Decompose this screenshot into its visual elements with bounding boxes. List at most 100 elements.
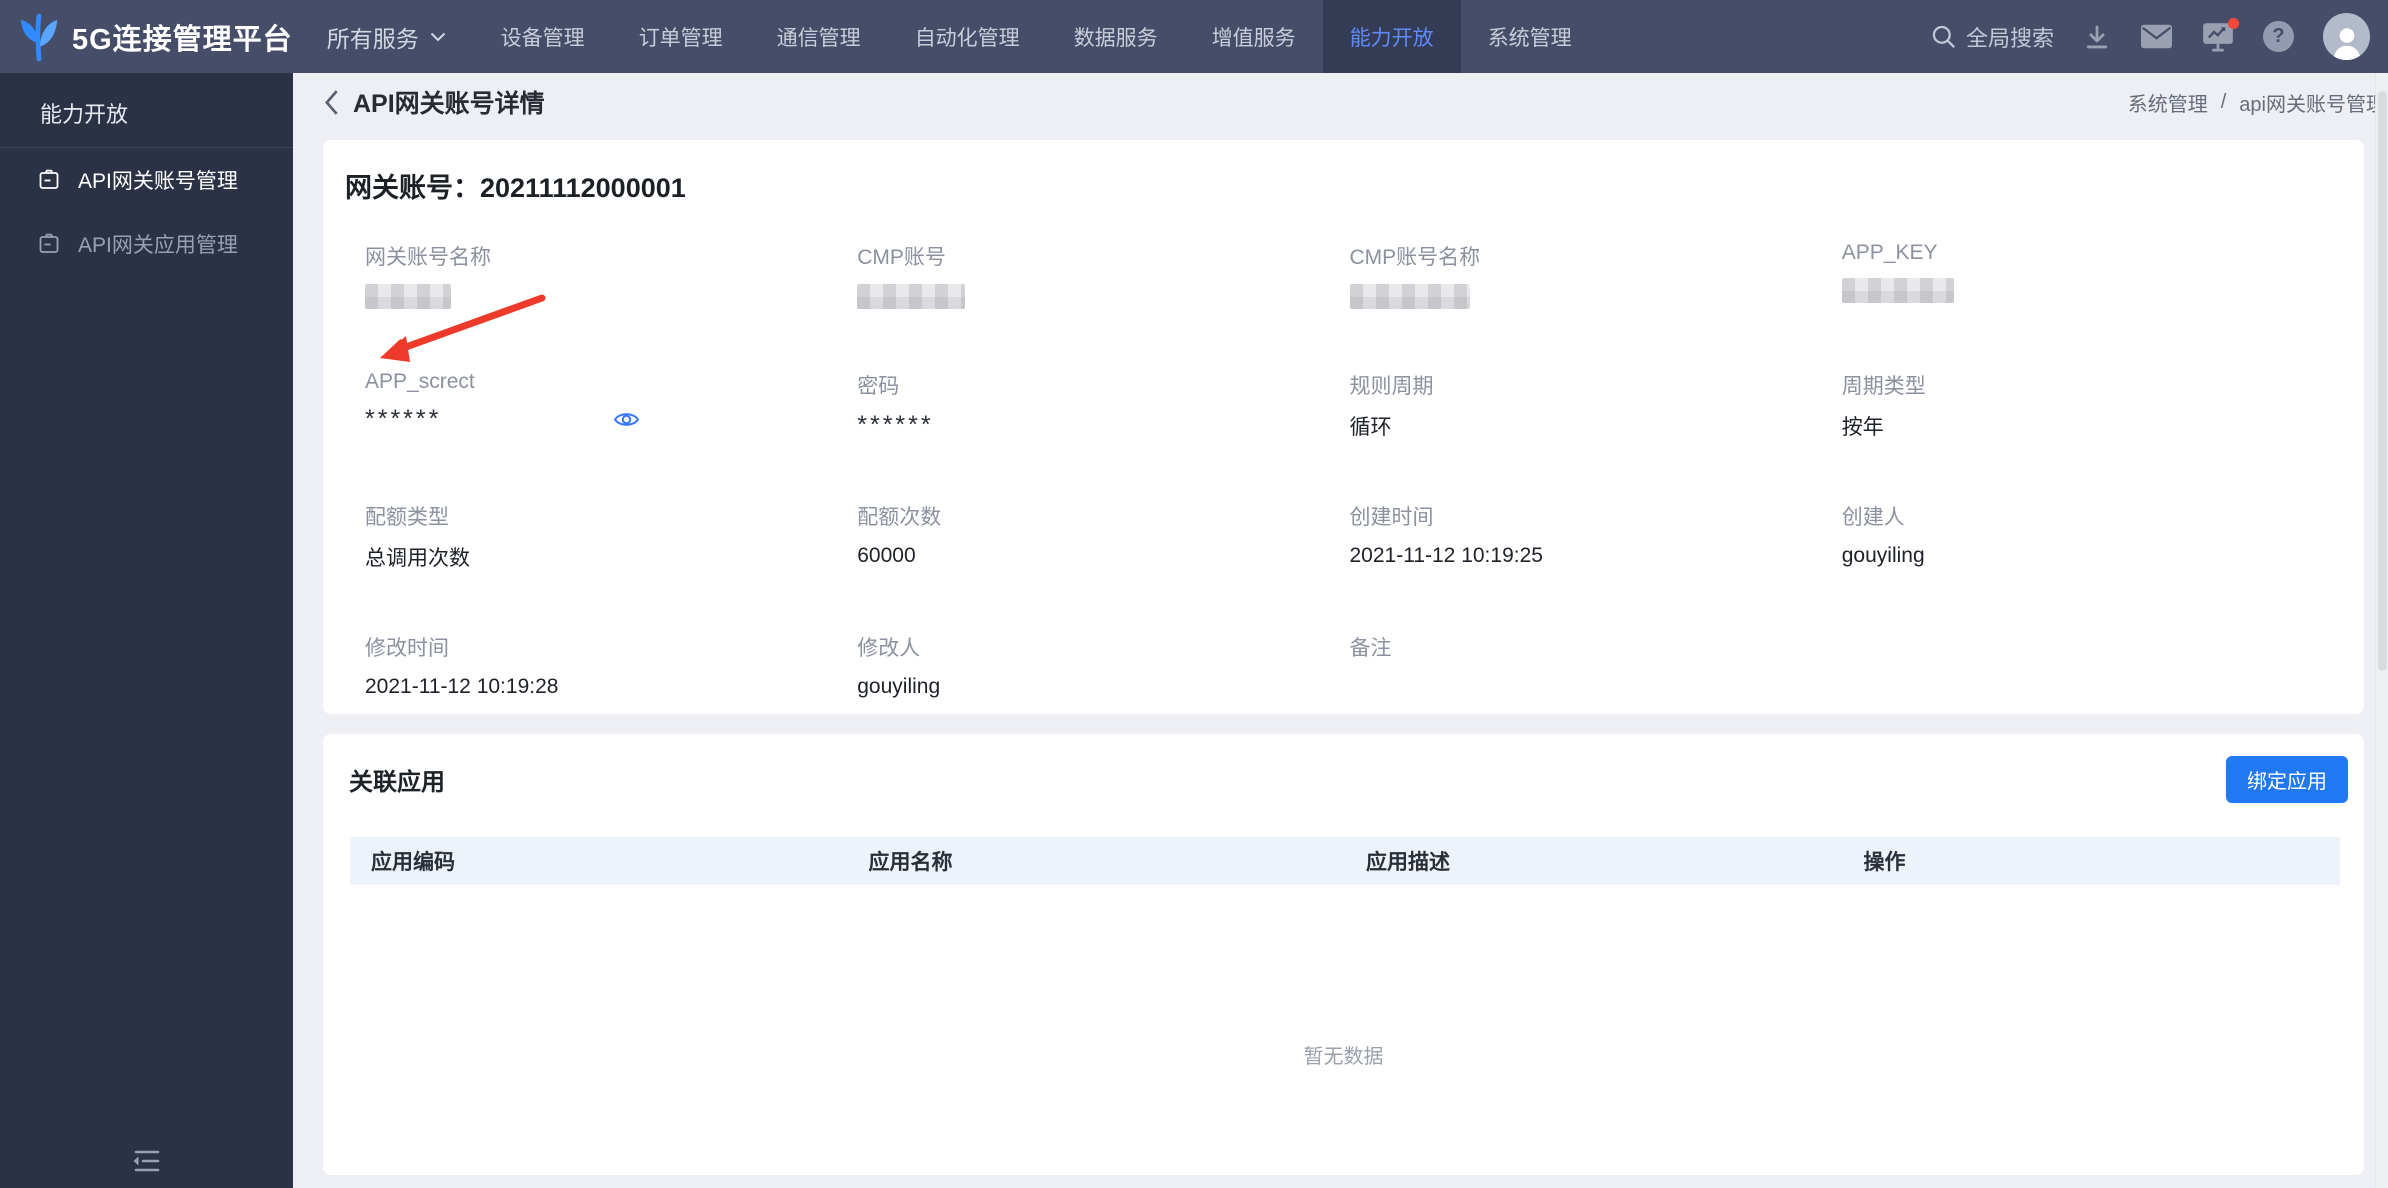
related-apps-header: 关联应用 绑定应用 <box>323 734 2364 803</box>
nav-item-device-mgmt[interactable]: 设备管理 <box>474 0 612 73</box>
sidebar-item-label: API网关应用管理 <box>78 234 238 257</box>
field-quota-type: 配额类型 总调用次数 <box>365 501 857 572</box>
field-value: gouyiling <box>1841 544 1925 567</box>
sidebar: 能力开放 API网关账号管理 API网关应用管理 <box>0 73 293 1188</box>
monitor-chart-icon[interactable] <box>2202 17 2239 52</box>
field-label: 规则周期 <box>1349 375 1434 398</box>
masked-value: ****** <box>857 411 934 439</box>
help-icon[interactable]: ? <box>2263 21 2294 52</box>
sidebar-item-label: API网关账号管理 <box>78 170 238 193</box>
breadcrumb-parent[interactable]: 系统管理 <box>2128 88 2208 117</box>
field-cmp-account: CMP账号 <box>857 241 1349 310</box>
app-root: 5G连接管理平台 所有服务 设备管理 订单管理 通信管理 自动化管理 数据服务 … <box>0 0 2388 1188</box>
blurred-value <box>857 283 966 309</box>
global-search[interactable]: 全局搜索 <box>1930 21 2054 53</box>
scrollbar-thumb[interactable] <box>2378 91 2387 671</box>
chevron-down-icon <box>430 32 446 42</box>
nav-item-value-added-service[interactable]: 增值服务 <box>1185 0 1323 73</box>
field-value: 2021-11-12 10:19:28 <box>365 675 559 698</box>
nav-item-comm-mgmt[interactable]: 通信管理 <box>750 0 888 73</box>
field-label: 创建时间 <box>1349 506 1434 529</box>
download-icon[interactable] <box>2083 23 2111 51</box>
field-rule-period: 规则周期 循环 <box>1350 370 1842 441</box>
related-apps-title: 关联应用 <box>349 769 445 796</box>
clipboard-icon <box>37 168 61 192</box>
primary-nav: 设备管理 订单管理 通信管理 自动化管理 数据服务 增值服务 能力开放 系统管理 <box>474 0 1599 73</box>
breadcrumb-current[interactable]: api网关账号管理 <box>2239 88 2386 117</box>
field-creator: 创建人 gouyiling <box>1842 501 2334 572</box>
blurred-value <box>1841 277 1954 303</box>
blurred-value <box>1349 283 1470 309</box>
related-apps-table-header: 应用编码 应用名称 应用描述 操作 <box>350 837 2340 885</box>
masked-value: ****** <box>365 405 442 433</box>
logo-text: 5G连接管理平台 <box>72 23 293 56</box>
field-value: 60000 <box>857 544 916 567</box>
col-app-code: 应用编码 <box>371 851 455 874</box>
nav-item-capability-open[interactable]: 能力开放 <box>1322 0 1461 73</box>
top-navbar: 5G连接管理平台 所有服务 设备管理 订单管理 通信管理 自动化管理 数据服务 … <box>0 0 2388 73</box>
field-quota-count: 配额次数 60000 <box>857 501 1349 572</box>
field-create-time: 创建时间 2021-11-12 10:19:25 <box>1350 501 1842 572</box>
clipboard-icon <box>37 232 61 256</box>
avatar[interactable] <box>2323 13 2370 60</box>
field-value: 总调用次数 <box>365 547 470 570</box>
field-label: 网关账号名称 <box>365 246 491 269</box>
field-modifier: 修改人 gouyiling <box>857 632 1349 701</box>
sidebar-item-api-gateway-account-mgmt[interactable]: API网关账号管理 <box>0 148 293 212</box>
field-label: 配额次数 <box>857 506 942 529</box>
field-period-type: 周期类型 按年 <box>1842 370 2334 441</box>
field-label: 创建人 <box>1841 506 1905 529</box>
field-label: 密码 <box>857 375 900 398</box>
gateway-account-title: 网关账号：20211112000001 <box>345 173 686 203</box>
field-value: 循环 <box>1349 416 1392 439</box>
field-modify-time: 修改时间 2021-11-12 10:19:28 <box>365 632 857 701</box>
field-value: gouyiling <box>857 675 941 698</box>
field-remark: 备注 <box>1350 632 1842 701</box>
page-title: API网关账号详情 <box>353 90 545 118</box>
breadcrumb-separator: / <box>2220 90 2227 113</box>
nav-item-data-service[interactable]: 数据服务 <box>1047 0 1185 73</box>
field-label: 周期类型 <box>1841 375 1926 398</box>
sidebar-item-api-gateway-app-mgmt[interactable]: API网关应用管理 <box>0 212 293 276</box>
search-icon <box>1930 23 1957 50</box>
field-label: APP_KEY <box>1841 241 1938 264</box>
field-label: 配额类型 <box>365 506 449 529</box>
field-value: 按年 <box>1841 416 1884 439</box>
back-button[interactable] <box>323 88 340 117</box>
field-empty-slot <box>1842 632 2334 701</box>
vertical-scrollbar[interactable] <box>2375 73 2388 1188</box>
field-label: APP_screct <box>365 370 475 393</box>
nav-item-order-mgmt[interactable]: 订单管理 <box>612 0 750 73</box>
nav-item-automation-mgmt[interactable]: 自动化管理 <box>888 0 1047 73</box>
logo[interactable]: 5G连接管理平台 <box>0 0 293 73</box>
mail-icon[interactable] <box>2140 24 2173 49</box>
nav-item-system-mgmt[interactable]: 系统管理 <box>1461 0 1599 73</box>
page-header: API网关账号详情 系统管理 / api网关账号管理 <box>293 73 2388 131</box>
field-label: 修改人 <box>857 637 921 660</box>
field-gateway-account-name: 网关账号名称 <box>365 241 857 310</box>
nav-all-services[interactable]: 所有服务 <box>327 0 446 73</box>
sidebar-collapse-icon[interactable] <box>0 1146 293 1176</box>
main-content: API网关账号详情 系统管理 / api网关账号管理 网关账号：20211112… <box>293 73 2388 1188</box>
blurred-value <box>365 283 451 309</box>
col-app-description: 应用描述 <box>1366 851 1450 874</box>
all-services-label: 所有服务 <box>326 25 419 52</box>
field-label: 备注 <box>1349 637 1392 660</box>
field-label: 修改时间 <box>365 637 449 660</box>
col-actions: 操作 <box>1863 851 1906 874</box>
logo-icon <box>18 12 60 62</box>
eye-icon[interactable] <box>613 409 640 430</box>
related-apps-card: 关联应用 绑定应用 应用编码 应用名称 应用描述 操作 暂无数据 <box>323 734 2364 1175</box>
field-cmp-account-name: CMP账号名称 <box>1349 241 1842 310</box>
notification-badge <box>2228 17 2239 29</box>
navbar-right-tools: 全局搜索 ? <box>1930 0 2388 73</box>
bind-app-button[interactable]: 绑定应用 <box>2226 756 2348 803</box>
field-app-key: APP_KEY <box>1841 241 2334 310</box>
field-label: CMP账号名称 <box>1349 246 1481 269</box>
field-password: 密码 ****** <box>857 370 1349 441</box>
global-search-label: 全局搜索 <box>1965 25 2054 51</box>
col-app-name: 应用名称 <box>868 851 953 874</box>
field-value <box>1350 673 1842 701</box>
field-value: 2021-11-12 10:19:25 <box>1349 544 1543 567</box>
empty-state-text: 暂无数据 <box>1303 1046 1384 1068</box>
